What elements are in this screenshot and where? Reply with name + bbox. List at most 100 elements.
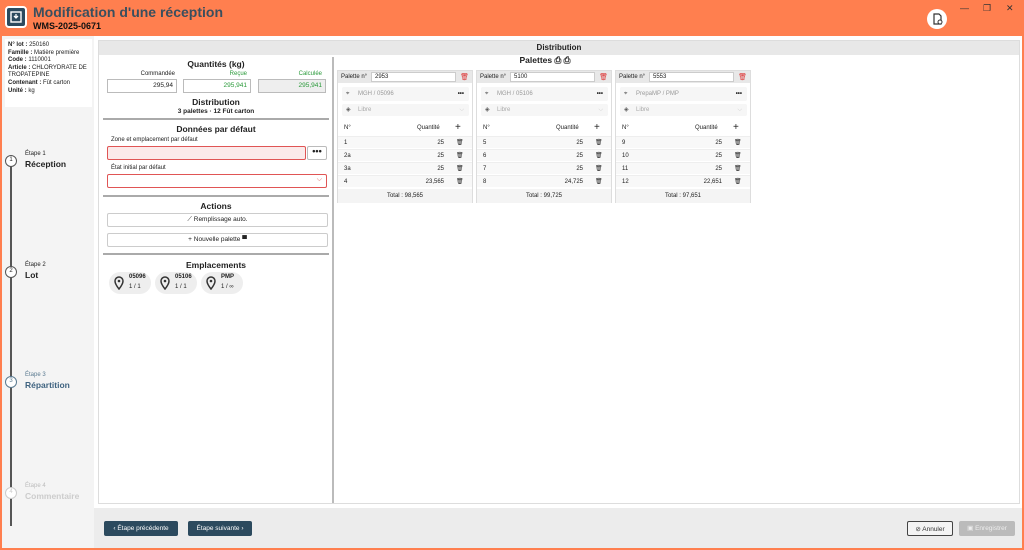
pallet-state-select[interactable]: ◈ Libre ⌵ (342, 104, 469, 116)
left-panel: N° lot : 250160 Famille : Matière premiè… (2, 36, 94, 548)
lot-info: N° lot : 250160 Famille : Matière premiè… (5, 39, 92, 107)
trash-icon[interactable]: 🗑 (734, 150, 742, 162)
table-row: 10 25 🗑 (616, 149, 750, 161)
table-row: 3a 25 🗑 (338, 162, 472, 174)
trash-icon[interactable]: 🗑 (456, 137, 464, 149)
chevron-down-icon: ⌵ (316, 176, 322, 183)
maximize-button[interactable]: ❐ (983, 3, 991, 14)
step-circle: 3 (5, 376, 17, 388)
table-row: 5 25 🗑 (477, 136, 611, 148)
location-chip[interactable]: PMP 1 / ∞ (201, 272, 243, 294)
location-pin-icon (206, 276, 216, 290)
close-button[interactable]: ✕ (1006, 3, 1014, 14)
trash-icon[interactable]: 🗑 (595, 176, 603, 188)
table-row: 7 25 🗑 (477, 162, 611, 174)
location-chip[interactable]: 05096 1 / 1 (109, 272, 151, 294)
step-circle: 4 (5, 487, 17, 499)
stepper-line (10, 156, 12, 526)
pallet-total: Total : 98,565 (338, 189, 472, 203)
tag-icon: ◈ (346, 107, 351, 113)
pallet-header: Palette n° 5553 🗑 (616, 71, 750, 83)
chevron-down-icon: ⌵ (459, 107, 464, 113)
pallet-total: Total : 99,725 (477, 189, 611, 203)
table-row: 6 25 🗑 (477, 149, 611, 161)
table-row: 2a 25 🗑 (338, 149, 472, 161)
more-button[interactable]: ••• (458, 87, 464, 101)
printer-icon[interactable]: ⎙ (564, 55, 571, 65)
previous-step-button[interactable]: ‹ Étape précédente (104, 521, 178, 536)
pallet-icon: ▀ (240, 236, 247, 243)
page: N° lot : 250160 Famille : Matière premiè… (2, 36, 1022, 548)
zone-input[interactable] (107, 146, 306, 160)
save-button[interactable]: ▣ Enregistrer (959, 521, 1015, 536)
table-header: N° Quantité + (344, 121, 461, 135)
trash-icon[interactable]: 🗑 (595, 137, 603, 149)
table-row: 12 22,651 🗑 (616, 175, 750, 187)
save-icon: ▣ (967, 525, 976, 532)
new-pallet-button[interactable]: + Nouvelle palette ▀ (107, 233, 328, 247)
chevron-down-icon: ⌵ (737, 107, 742, 113)
table-row: 1 25 🗑 (338, 136, 472, 148)
location-pin-icon (160, 276, 170, 290)
trash-icon[interactable]: 🗑 (456, 176, 464, 188)
pallet-state-select[interactable]: ◈ Libre ⌵ (481, 104, 608, 116)
lot-line: N° lot : 250160 (8, 42, 50, 48)
etat-label: État initial par défaut (111, 165, 166, 171)
next-step-button[interactable]: Étape suivante › (188, 521, 252, 536)
auto-fill-button[interactable]: ⟋ Remplissage auto. (107, 213, 328, 227)
trash-icon[interactable]: 🗑 (456, 150, 464, 162)
commandee-field[interactable]: 295,94 (107, 79, 177, 93)
palettes-title: Palettes ⎙ ⎙ (519, 55, 571, 65)
zone-browse-button[interactable]: ••• (307, 146, 327, 160)
location-chip[interactable]: 05106 1 / 1 (155, 272, 197, 294)
pallet-total: Total : 97,651 (616, 189, 750, 203)
more-button[interactable]: ••• (597, 87, 603, 101)
distribution-title: Distribution (192, 97, 240, 107)
chevron-right-icon: › (239, 525, 244, 532)
pallet-header: Palette n° 5100 🗑 (477, 71, 611, 83)
print-icon[interactable]: ⎙ (554, 55, 561, 65)
pallet-number-input[interactable]: 5100 (510, 72, 595, 82)
pallet-number-input[interactable]: 5553 (649, 72, 734, 82)
add-row-icon[interactable]: + (594, 121, 600, 135)
tag-icon: ◈ (624, 107, 629, 113)
trash-icon[interactable]: 🗑 (734, 137, 742, 149)
step-circle: 1 (5, 155, 17, 167)
trash-icon[interactable]: 🗑 (595, 150, 603, 162)
add-row-icon[interactable]: + (733, 121, 739, 135)
table-row: 8 24,725 🗑 (477, 175, 611, 187)
pallet-header: Palette n° 2953 🗑 (338, 71, 472, 83)
recue-field[interactable]: 295,941 (183, 79, 251, 93)
more-button[interactable]: ••• (736, 87, 742, 101)
pallet-state-select[interactable]: ◈ Libre ⌵ (620, 104, 747, 116)
footer-bar: ‹ Étape précédente Étape suivante › ⊘ An… (94, 508, 1022, 548)
location-pin-icon: ⌖ (485, 91, 489, 97)
trash-icon[interactable]: 🗑 (456, 163, 464, 175)
trash-icon[interactable]: 🗑 (734, 176, 742, 188)
calculee-field: 295,941 (258, 79, 326, 93)
column-divider (332, 57, 334, 503)
trash-icon[interactable]: 🗑 (599, 72, 608, 84)
trash-icon[interactable]: 🗑 (595, 163, 603, 175)
pallet-location-field[interactable]: ⌖ MGH / 05106 ••• (481, 87, 608, 101)
tag-icon: ◈ (485, 107, 490, 113)
etat-select[interactable]: ⌵ (107, 174, 327, 188)
add-row-icon[interactable]: + (455, 121, 461, 135)
zone-label: Zone et emplacement par défaut (111, 137, 198, 143)
trash-icon[interactable]: 🗑 (738, 72, 747, 84)
pallet-location-field[interactable]: ⌖ MGH / 05096 ••• (342, 87, 469, 101)
table-header: N° Quantité + (483, 121, 600, 135)
lot-line: Famille : Matière première (8, 49, 80, 56)
app-icon (5, 6, 27, 28)
cancel-button[interactable]: ⊘ Annuler (907, 521, 953, 536)
location-pin-icon (114, 276, 124, 290)
trash-icon[interactable]: 🗑 (460, 72, 469, 84)
pallet-location-field[interactable]: ⌖ PrepaMP / PMP ••• (620, 87, 747, 101)
pallet-number-input[interactable]: 2953 (371, 72, 456, 82)
table-header: N° Quantité + (622, 121, 739, 135)
distribution-summary: 3 palettes · 12 Fût carton (177, 108, 255, 115)
document-settings-icon[interactable] (927, 9, 947, 29)
minimize-button[interactable]: — (960, 3, 969, 13)
pallet-card: Palette n° 5553 🗑 ⌖ PrepaMP / PMP ••• ◈ Libre… (615, 70, 751, 203)
trash-icon[interactable]: 🗑 (734, 163, 742, 175)
